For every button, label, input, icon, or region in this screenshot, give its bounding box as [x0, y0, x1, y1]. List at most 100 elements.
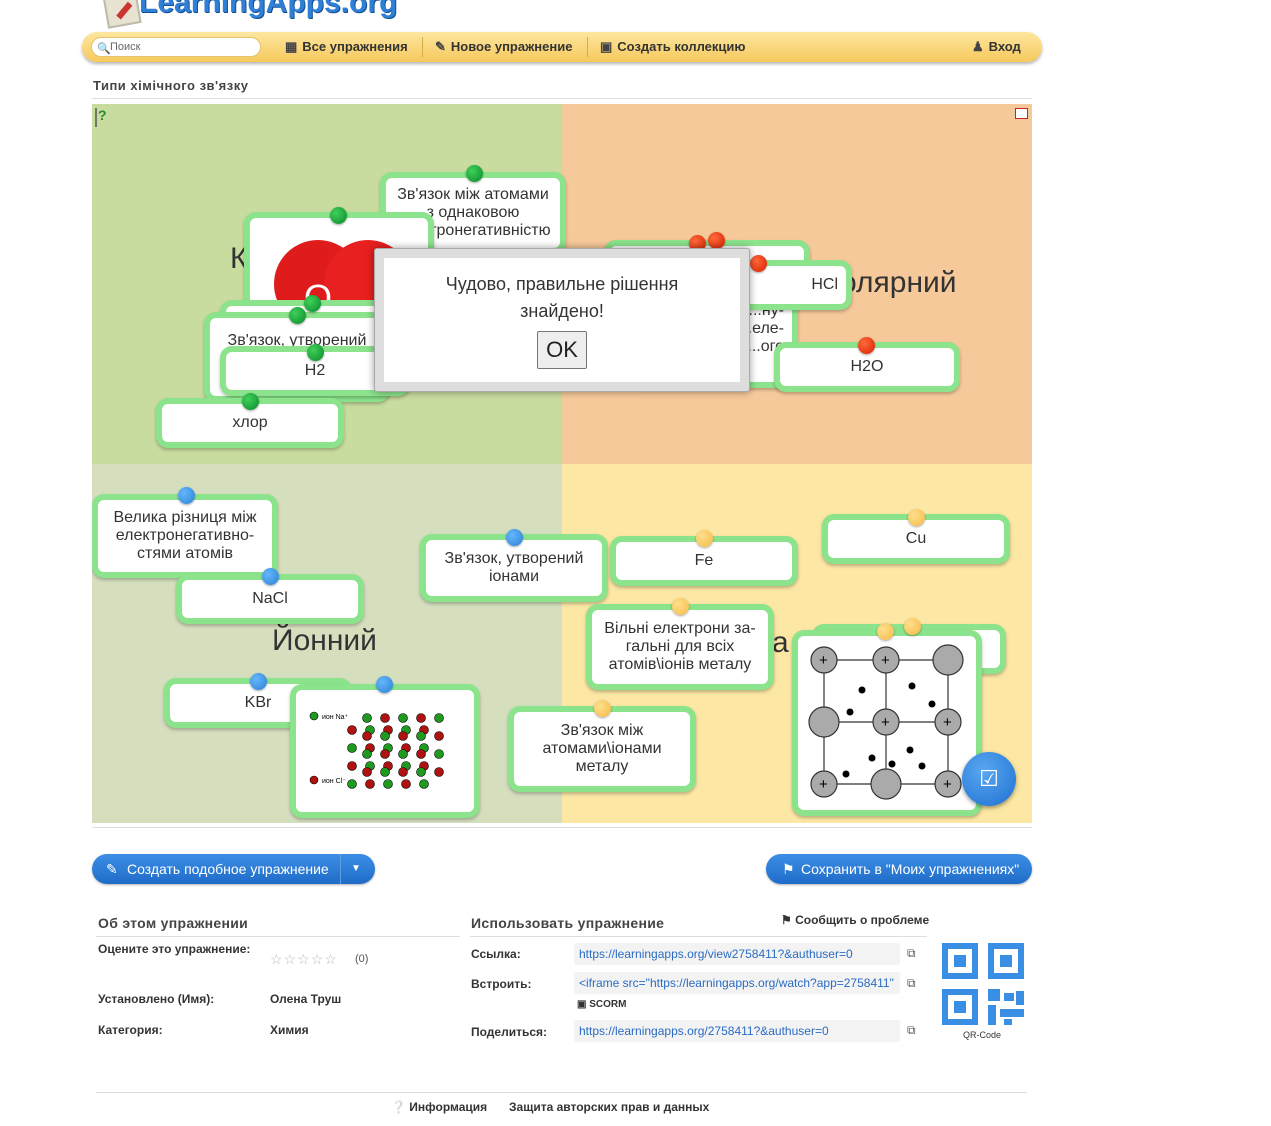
category-label: Категория: [98, 1023, 163, 1037]
pin-icon [750, 255, 767, 272]
caret-down-icon[interactable]: ▼ [351, 854, 361, 884]
free-electron [868, 754, 876, 762]
card-text: Cu [905, 530, 927, 547]
ok-button[interactable]: OK [537, 331, 587, 369]
quadrant-label-metallic: а [772, 626, 789, 659]
logo-pencil-icon [102, 0, 142, 29]
logo-text: LearningApps.org [139, 0, 398, 19]
lattice-ion [398, 731, 408, 741]
card-large-electronegativity-difference[interactable]: Велика різниця між електронегативно-стям… [92, 494, 278, 578]
qr-code-image[interactable] [942, 943, 1024, 1025]
pin-icon [877, 623, 894, 640]
nav-new-exercise-label: Новое упражнение [450, 39, 573, 54]
star-icon[interactable]: ☆ [270, 951, 284, 967]
navbar: 🔍 Поиск ▦ Все упражнения ✎ Новое упражнени… [82, 32, 1042, 62]
create-similar-label: Создать подобное упражнение [127, 861, 329, 877]
page-title: Типи хімічного зв'язку [93, 78, 249, 93]
card-text: Зв'язок, утворений іонами [444, 550, 584, 585]
nav-create-collection-label: Создать коллекцию [617, 39, 746, 54]
star-icon[interactable]: ☆ [311, 951, 325, 967]
fullscreen-icon[interactable] [1015, 108, 1028, 119]
check-solution-button[interactable]: ☑ [962, 752, 1016, 806]
lattice-ion [380, 731, 390, 741]
scorm-link[interactable]: ▣ SCORM [577, 999, 626, 1010]
card-text: Fe [694, 552, 714, 569]
copy-icon[interactable]: ⧉ [907, 946, 916, 961]
nav-login-label: Вход [988, 39, 1021, 54]
pin-icon [594, 700, 611, 717]
pin-icon [904, 618, 921, 635]
card-bond-between-metal-atoms[interactable]: Зв'язок між атомами\іонами металу [508, 706, 696, 792]
link-label: Ссылка: [471, 947, 521, 961]
nav-create-collection[interactable]: ▣ Создать коллекцию [600, 39, 746, 55]
qr-code-label: QR-Code [963, 1030, 1002, 1040]
ion-charge-label: + [881, 714, 890, 731]
app-divider [92, 827, 1032, 828]
card-text: Велика різниця між електронегативно-стям… [113, 509, 257, 562]
card-text: HCl [811, 276, 838, 293]
nav-login[interactable]: ♟ Вход [972, 39, 1021, 55]
lattice-grid [347, 713, 444, 789]
search-placeholder: Поиск [110, 41, 141, 53]
create-similar-button[interactable]: ✎ Создать подобное упражнение ▼ [92, 854, 375, 884]
card-nacl-lattice-image[interactable]: ион Na⁺ ион Cl⁻ [290, 684, 480, 818]
help-flag-icon[interactable]: ? [94, 106, 112, 128]
star-icon[interactable]: ☆ [324, 951, 338, 967]
star-icon[interactable]: ☆ [297, 951, 311, 967]
lattice-ion [416, 767, 426, 777]
report-problem-link[interactable]: ⚑ Сообщить о проблеме [781, 913, 929, 927]
copy-icon[interactable]: ⧉ [907, 1023, 916, 1038]
legend-na-ion: ион Na⁺ [322, 714, 349, 721]
use-divider [470, 936, 927, 937]
star-icon[interactable]: ☆ [284, 951, 298, 967]
save-to-my-exercises-button[interactable]: ⚑ Сохранить в "Моих упражнениях" [766, 854, 1032, 884]
metal-ion [870, 768, 902, 800]
copy-icon[interactable]: ⧉ [907, 976, 916, 991]
pin-icon [178, 487, 195, 504]
lattice-ion [434, 713, 444, 723]
card-metal-lattice-image[interactable]: + + + + + + [792, 630, 982, 816]
card-text: NaCl [252, 590, 288, 607]
pin-icon [708, 232, 725, 249]
scorm-label: SCORM [589, 999, 627, 1010]
pin-icon [696, 530, 713, 547]
nav-divider [422, 37, 423, 57]
pin-icon [672, 598, 689, 615]
link-field[interactable]: https://learningapps.org/view2758411?&au… [574, 943, 900, 965]
lattice-ion [347, 743, 357, 753]
lattice-ion [362, 767, 372, 777]
lattice-ion [347, 779, 357, 789]
search-input[interactable]: 🔍 Поиск [91, 37, 261, 57]
footer-info-link[interactable]: ❔ Информация [391, 1100, 487, 1114]
user-icon: ♟ [972, 39, 984, 54]
share-field[interactable]: https://learningapps.org/2758411?&authus… [574, 1020, 900, 1042]
collection-icon: ▣ [600, 39, 613, 54]
lattice-ion [347, 761, 357, 771]
nav-all-exercises[interactable]: ▦ Все упражнения [285, 39, 408, 55]
card-free-electrons[interactable]: Вільні електрони за-гальні для всіх атом… [586, 604, 774, 690]
lattice-ion [434, 767, 444, 777]
nav-new-exercise[interactable]: ✎ Новое упражнение [435, 39, 572, 55]
card-text: KBr [244, 694, 272, 711]
ion-charge-label: + [943, 776, 952, 793]
pin-icon [250, 673, 267, 690]
lattice-ion [419, 779, 429, 789]
free-electron [858, 686, 866, 694]
nacl-crystal-lattice-image: ион Na⁺ ион Cl⁻ [309, 711, 444, 789]
learningapps-logo[interactable]: LearningApps.org [95, 0, 425, 30]
about-divider [96, 936, 460, 937]
embed-field[interactable]: <iframe src="https://learningapps.org/wa… [574, 972, 900, 994]
nav-divider [587, 37, 588, 57]
check-icon: ☑ [979, 766, 999, 791]
author-label: Установлено (Имя): [98, 992, 215, 1006]
footer-privacy-link[interactable]: Защита авторских прав и данных [509, 1100, 709, 1114]
embed-label: Встроить: [471, 977, 532, 991]
bookmark-icon: ⚑ [782, 861, 795, 877]
report-problem-label: Сообщить о проблеме [795, 913, 930, 927]
quadrant-label-covalent-polar: олярний [840, 266, 957, 299]
rating-stars[interactable]: ☆☆☆☆☆ [270, 951, 338, 968]
info-icon: ❔ [391, 1100, 406, 1114]
lattice-ion [401, 779, 411, 789]
grid-icon: ▦ [285, 39, 298, 54]
button-divider [340, 854, 341, 884]
